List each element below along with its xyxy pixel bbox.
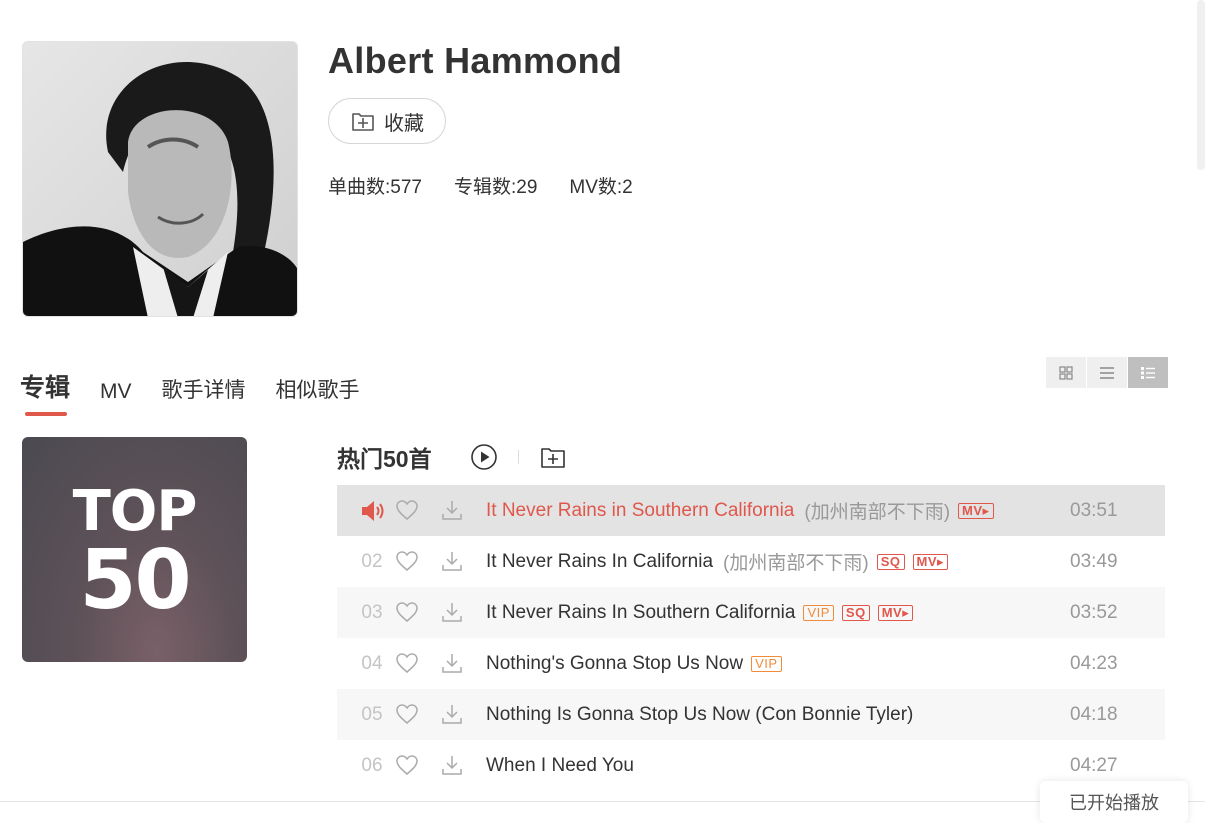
song-title[interactable]: It Never Rains in Southern California xyxy=(486,500,794,522)
vip-badge: VIP xyxy=(751,655,782,672)
play-circle-icon xyxy=(470,444,497,470)
list-view-button[interactable] xyxy=(1087,357,1128,388)
artist-name: Albert Hammond xyxy=(328,40,623,81)
player-bar-divider xyxy=(0,801,1205,802)
like-heart-icon[interactable] xyxy=(395,550,419,578)
song-list: It Never Rains in Southern California (加… xyxy=(337,485,1165,791)
download-icon[interactable] xyxy=(440,549,464,579)
tab-artist-details[interactable]: 歌手详情 xyxy=(162,374,246,404)
song-row[interactable]: 05 Nothing Is Gonna Stop Us Now (Con Bon… xyxy=(337,689,1165,740)
view-mode-switch xyxy=(1046,357,1169,388)
download-icon[interactable] xyxy=(440,702,464,732)
song-name: Nothing Is Gonna Stop Us Now (Con Bonnie… xyxy=(486,704,913,726)
song-row[interactable]: 04 Nothing's Gonna Stop Us Now VIP 04:23 xyxy=(337,638,1165,689)
vip-badge: VIP xyxy=(803,604,834,621)
song-duration: 04:23 xyxy=(1070,652,1118,674)
song-name: It Never Rains In California (加州南部不下雨) S… xyxy=(486,548,949,575)
like-heart-icon[interactable] xyxy=(395,754,419,782)
song-duration: 03:52 xyxy=(1070,601,1118,623)
song-title[interactable]: It Never Rains In California xyxy=(486,551,713,573)
add-folder-icon xyxy=(352,113,374,131)
song-title[interactable]: When I Need You xyxy=(486,755,634,777)
mv-badge[interactable]: MV▸ xyxy=(958,502,994,519)
playback-toast: 已开始播放 xyxy=(1040,781,1188,823)
song-name: When I Need You xyxy=(486,755,634,777)
speaker-icon xyxy=(360,499,386,529)
song-index: 03 xyxy=(361,601,383,623)
mv-badge[interactable]: MV▸ xyxy=(912,553,949,570)
header-divider xyxy=(517,450,519,464)
song-duration: 03:51 xyxy=(1070,499,1118,521)
add-all-button[interactable] xyxy=(539,443,567,471)
detail-list-view-button[interactable] xyxy=(1128,357,1169,388)
sq-badge: SQ xyxy=(841,604,870,621)
song-row[interactable]: 03 It Never Rains In Southern California… xyxy=(337,587,1165,638)
sq-badge: SQ xyxy=(876,553,905,570)
collect-button[interactable]: 收藏 xyxy=(328,98,446,144)
download-icon[interactable] xyxy=(440,600,464,630)
top50-cover[interactable]: TOP 50 xyxy=(22,437,247,662)
grid-icon xyxy=(1059,365,1073,380)
mv-count: MV数:2 xyxy=(569,177,633,198)
song-index: 06 xyxy=(361,754,383,776)
song-duration: 04:18 xyxy=(1070,703,1118,725)
song-subtitle: (加州南部不下雨) xyxy=(804,502,951,523)
album-count: 专辑数:29 xyxy=(453,177,538,198)
like-heart-icon[interactable] xyxy=(395,703,419,731)
top50-list-header: 热门50首 xyxy=(337,440,567,474)
song-name: Nothing's Gonna Stop Us Now VIP xyxy=(486,653,782,675)
song-duration: 04:27 xyxy=(1070,754,1118,776)
download-icon[interactable] xyxy=(440,498,464,528)
song-subtitle: (加州南部不下雨) xyxy=(723,553,869,574)
scrollbar[interactable] xyxy=(1197,0,1205,170)
list-icon xyxy=(1100,366,1114,379)
song-index: 05 xyxy=(361,703,383,725)
add-folder-icon xyxy=(540,448,565,468)
artist-avatar xyxy=(22,41,298,317)
tab-mv[interactable]: MV xyxy=(100,380,132,404)
grid-view-button[interactable] xyxy=(1046,357,1087,388)
tab-albums[interactable]: 专辑 xyxy=(20,368,70,416)
song-index: 04 xyxy=(361,652,383,674)
song-title[interactable]: Nothing's Gonna Stop Us Now xyxy=(486,653,743,675)
song-index: 02 xyxy=(361,550,383,572)
artist-stats: 单曲数:577 专辑数:29 MV数:2 xyxy=(328,172,633,199)
collect-label: 收藏 xyxy=(384,112,424,135)
like-heart-icon[interactable] xyxy=(395,499,419,527)
song-count: 单曲数:577 xyxy=(328,177,422,198)
song-title[interactable]: Nothing Is Gonna Stop Us Now (Con Bonnie… xyxy=(486,704,913,726)
detail-list-icon xyxy=(1141,366,1155,379)
song-duration: 03:49 xyxy=(1070,550,1118,572)
mv-badge[interactable]: MV▸ xyxy=(877,604,914,621)
song-name: It Never Rains in Southern California (加… xyxy=(486,497,994,524)
play-all-button[interactable] xyxy=(470,443,498,471)
cover-50-text: 50 xyxy=(79,533,191,628)
like-heart-icon[interactable] xyxy=(395,652,419,680)
download-icon[interactable] xyxy=(440,753,464,783)
song-name: It Never Rains In Southern California VI… xyxy=(486,602,914,624)
song-row[interactable]: It Never Rains in Southern California (加… xyxy=(337,485,1165,536)
song-row[interactable]: 02 It Never Rains In California (加州南部不下雨… xyxy=(337,536,1165,587)
like-heart-icon[interactable] xyxy=(395,601,419,629)
download-icon[interactable] xyxy=(440,651,464,681)
artist-tabs: 专辑 MV 歌手详情 相似歌手 xyxy=(20,368,360,416)
top50-title: 热门50首 xyxy=(337,446,432,472)
song-title[interactable]: It Never Rains In Southern California xyxy=(486,602,795,624)
artist-photo xyxy=(23,42,297,316)
tab-similar-artists[interactable]: 相似歌手 xyxy=(276,374,360,404)
